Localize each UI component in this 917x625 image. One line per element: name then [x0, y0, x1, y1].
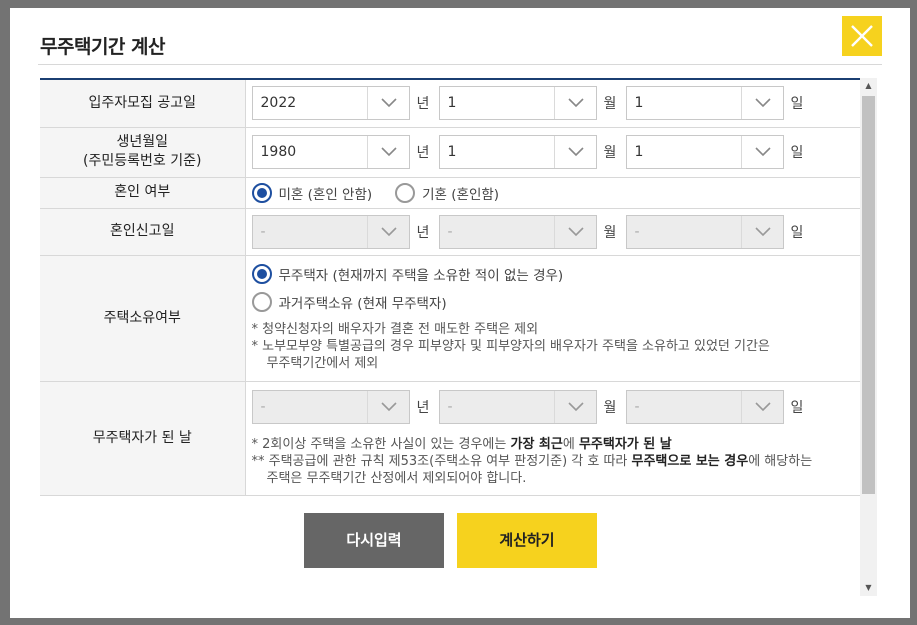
- year-unit-label: 년: [416, 224, 430, 241]
- month-unit-label: 월: [603, 224, 617, 241]
- chevron-down-icon: [754, 226, 771, 236]
- ownership-note-1: * 청약신청자의 배우자가 결혼 전 매도한 주택은 제외: [251, 322, 539, 337]
- close-x-icon: [851, 25, 873, 47]
- label-house-ownership: 주택소유여부: [40, 255, 246, 382]
- month-unit-label: 월: [603, 96, 617, 113]
- radio-married[interactable]: [395, 182, 416, 203]
- chevron-down-icon: [380, 98, 397, 108]
- chevron-down-icon: [567, 226, 584, 236]
- row-marriage-report-date: 혼인신고일 - 년 - 월 - 일: [40, 208, 860, 256]
- day-unit-label: 일: [790, 399, 804, 416]
- homeless-day-select[interactable]: -: [625, 389, 784, 424]
- label-marital-status: 혼인 여부: [40, 177, 246, 209]
- year-unit-label: 년: [416, 96, 430, 113]
- radio-never-owned-label[interactable]: 무주택자 (현재까지 주택을 소유한 적이 없는 경우): [279, 264, 564, 284]
- chevron-down-icon: [380, 401, 397, 411]
- label-homeless-date: 무주택자가 된 날: [40, 381, 246, 496]
- radio-married-label[interactable]: 기혼 (혼인함): [422, 183, 499, 203]
- homeless-note-3: 주택은 무주택기간 산정에서 제외되어야 합니다.: [266, 470, 527, 486]
- radio-never-owned[interactable]: [251, 264, 272, 284]
- homeless-note-1: * 2회이상 주택을 소유한 사실이 있는 경우에는 가장 최근에 무주택자가 …: [251, 436, 672, 452]
- chevron-down-icon: [380, 226, 397, 236]
- marriage-year-select[interactable]: -: [251, 214, 410, 249]
- announce-year-select[interactable]: 2022: [251, 86, 410, 121]
- chevron-down-icon: [754, 147, 771, 157]
- title-divider: [38, 64, 882, 65]
- radio-past-owned[interactable]: [251, 292, 272, 312]
- chevron-down-icon: [754, 401, 771, 411]
- year-unit-label: 년: [416, 399, 430, 416]
- label-birth-date: 생년월일 (주민등록번호 기준): [40, 127, 246, 178]
- row-announce-date: 입주자모집 공고일 2022 년 1 월 1 일: [40, 80, 860, 128]
- announce-day-select[interactable]: 1: [625, 86, 784, 121]
- label-announce-date: 입주자모집 공고일: [40, 80, 246, 128]
- radio-single[interactable]: [251, 182, 272, 203]
- reset-button[interactable]: 다시입력: [304, 513, 444, 568]
- announce-month-select[interactable]: 1: [438, 86, 597, 121]
- ownership-note-2: * 노부모부양 특별공급의 경우 피부양자 및 피부양자의 배우자가 주택을 소…: [251, 339, 770, 354]
- month-unit-label: 월: [603, 145, 617, 161]
- month-unit-label: 월: [603, 399, 617, 416]
- modal-title: 무주택기간 계산: [40, 36, 165, 58]
- row-marital-status: 혼인 여부 미혼 (혼인 안함) 기혼 (혼인함): [40, 177, 860, 209]
- chevron-down-icon: [380, 147, 397, 157]
- radio-single-label[interactable]: 미혼 (혼인 안함): [279, 183, 373, 203]
- close-button[interactable]: [842, 16, 882, 56]
- form-scroll-area: 입주자모집 공고일 2022 년 1 월 1 일 생년월일 (주민등록번호 기준…: [40, 78, 860, 596]
- scroll-down-arrow-icon[interactable]: ▼: [860, 580, 877, 596]
- scroll-thumb[interactable]: [862, 96, 875, 494]
- birth-year-select[interactable]: 1980: [251, 135, 410, 169]
- day-unit-label: 일: [790, 145, 804, 161]
- modal-scrollbar[interactable]: ▲ ▼: [860, 78, 877, 596]
- row-house-ownership: 주택소유여부 무주택자 (현재까지 주택을 소유한 적이 없는 경우) 과거주택…: [40, 255, 860, 382]
- row-homeless-date: 무주택자가 된 날 - 년 - 월 - 일 * 2회이상 주택을 소유한 사실이…: [40, 381, 860, 496]
- chevron-down-icon: [567, 401, 584, 411]
- homeless-year-select[interactable]: -: [251, 389, 410, 424]
- radio-past-owned-label[interactable]: 과거주택소유 (현재 무주택자): [279, 292, 447, 312]
- scroll-up-arrow-icon[interactable]: ▲: [860, 78, 877, 94]
- day-unit-label: 일: [790, 224, 804, 241]
- ownership-note-2-cont: 무주택기간에서 제외: [266, 356, 379, 371]
- homeless-month-select[interactable]: -: [438, 389, 597, 424]
- label-marriage-report-date: 혼인신고일: [40, 208, 246, 256]
- chevron-down-icon: [567, 98, 584, 108]
- marriage-month-select[interactable]: -: [438, 214, 597, 249]
- homeless-note-2: ** 주택공급에 관한 규칙 제53조(주택소유 여부 판정기준) 각 호 따라…: [251, 453, 813, 469]
- marriage-day-select[interactable]: -: [625, 214, 784, 249]
- calculate-button[interactable]: 계산하기: [457, 513, 597, 568]
- chevron-down-icon: [567, 147, 584, 157]
- chevron-down-icon: [754, 98, 771, 108]
- form-table: 입주자모집 공고일 2022 년 1 월 1 일 생년월일 (주민등록번호 기준…: [40, 80, 860, 496]
- day-unit-label: 일: [790, 96, 804, 113]
- year-unit-label: 년: [416, 145, 430, 161]
- birth-day-select[interactable]: 1: [625, 135, 784, 169]
- row-birth-date: 생년월일 (주민등록번호 기준) 1980 년 1 월 1 일: [40, 127, 860, 178]
- birth-month-select[interactable]: 1: [438, 135, 597, 169]
- homeless-period-modal: 무주택기간 계산 입주자모집 공고일 2022 년 1 월 1 일 생년월일 (…: [10, 8, 910, 618]
